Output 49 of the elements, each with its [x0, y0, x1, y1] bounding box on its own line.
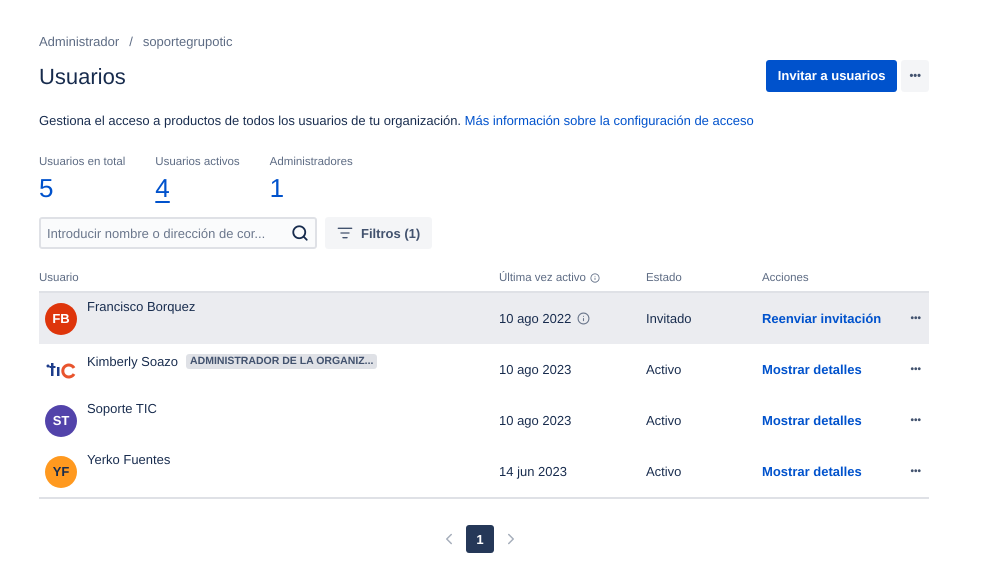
last-active-date: 14 jun 2023: [499, 463, 567, 481]
stat-value[interactable]: 4: [155, 171, 170, 206]
status-text: Activo: [646, 361, 682, 379]
status-text: Activo: [646, 412, 682, 430]
column-header: Acciones: [762, 270, 809, 286]
access-info-link[interactable]: Más información sobre la configuración de acceso: [464, 112, 754, 128]
action-link[interactable]: Mostrar detalles: [762, 462, 902, 482]
stat-value: 1: [270, 172, 284, 206]
user-name: Soporte TIC: [87, 400, 157, 418]
user-avatar: FB: [45, 302, 77, 335]
stat-label: Usuarios en total: [39, 155, 126, 170]
row-more-button[interactable]: •••: [902, 464, 929, 480]
last-active-date: 10 ago 2022: [499, 310, 572, 328]
description-text: Gestiona el acceso a productos de todos los usuarios de tu organización. Más información sobre la configuración de acceso: [39, 112, 755, 130]
breadcrumb-link[interactable]: Administrador: [39, 32, 120, 52]
stat-label: Usuarios activos: [155, 155, 240, 170]
row-more-button[interactable]: •••: [902, 413, 929, 428]
row-more-button[interactable]: •••: [902, 311, 929, 326]
search-field[interactable]: Introducir nombre o dirección de cor...: [39, 217, 317, 250]
info-icon: [577, 312, 590, 326]
page-button[interactable]: 1: [466, 525, 494, 554]
info-icon: [590, 273, 600, 284]
column-header: Última vez activo: [499, 270, 586, 286]
action-link[interactable]: Reenviar invitación: [762, 309, 902, 328]
breadcrumb-separator: /: [128, 33, 134, 51]
status-text: Activo: [646, 463, 682, 481]
column-header: Estado: [646, 270, 682, 286]
action-link[interactable]: Mostrar detalles: [762, 360, 902, 380]
user-avatar: YF: [45, 456, 77, 488]
stat-value: 5: [39, 172, 54, 206]
row-more-button[interactable]: •••: [902, 362, 929, 378]
user-name: Kimberly Soazo: [87, 352, 178, 371]
more-button[interactable]: •••: [901, 60, 929, 92]
user-name: Yerko Fuentes: [87, 450, 170, 469]
page-title: Usuarios: [39, 62, 126, 90]
filter-icon: [337, 225, 353, 242]
breadcrumb-link[interactable]: soportegrupotic: [142, 32, 232, 52]
role-lozenge: ADMINISTRADOR DE LA ORGANIZ...: [186, 354, 378, 370]
search-icon: [291, 224, 309, 242]
invite-button[interactable]: Invitar a usuarios: [766, 60, 898, 92]
action-link[interactable]: Mostrar detalles: [762, 411, 902, 430]
user-name: Francisco Borquez: [87, 298, 196, 316]
filter-button[interactable]: Filtros (1): [325, 217, 432, 250]
column-header: Usuario: [39, 270, 79, 286]
last-active-date: 10 ago 2023: [499, 412, 572, 430]
stat-label: Administradores: [270, 155, 353, 170]
status-text: Invitado: [646, 310, 693, 328]
user-avatar: ST: [45, 404, 77, 437]
last-active-date: 10 ago 2023: [499, 361, 572, 379]
